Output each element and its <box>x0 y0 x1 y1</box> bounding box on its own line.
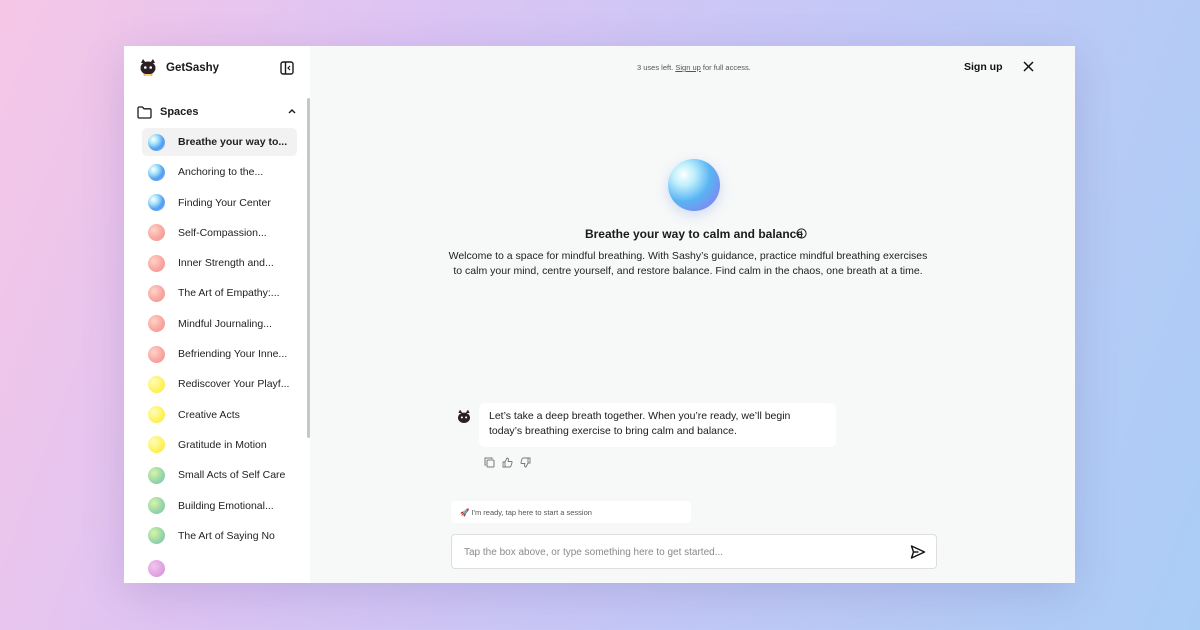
folder-icon <box>137 105 152 119</box>
message-input[interactable] <box>462 543 896 562</box>
space-orb-icon <box>148 436 165 454</box>
space-orb-icon <box>148 315 165 333</box>
sidebar-item-label: Creative Acts <box>178 408 240 421</box>
sidebar-item-space[interactable]: Mindful Journaling... <box>142 310 297 338</box>
space-orb-icon <box>148 497 165 515</box>
sidebar-scrollbar[interactable] <box>307 98 310 438</box>
close-icon[interactable] <box>1022 60 1035 73</box>
sidebar-item-label: The Art of Empathy:... <box>178 287 280 300</box>
sidebar-item-label: Finding Your Center <box>178 196 271 209</box>
sidebar-item-space[interactable]: Building Emotional... <box>142 492 297 520</box>
spaces-section-header[interactable]: Spaces <box>137 104 297 120</box>
sidebar-item-label: Mindful Journaling... <box>178 317 272 330</box>
sidebar-item-label: Breathe your way to... <box>178 136 288 148</box>
notice-signup-link[interactable]: Sign up <box>675 63 700 72</box>
space-orb-icon <box>148 466 165 484</box>
thumbs-up-icon[interactable] <box>502 457 513 468</box>
chevron-up-icon[interactable] <box>287 106 297 116</box>
bot-message: Let’s take a deep breath together. When … <box>479 403 836 447</box>
sign-up-button[interactable]: Sign up <box>964 61 1003 73</box>
usage-notice: 3 uses left. Sign up for full access. <box>637 63 751 72</box>
send-icon[interactable] <box>910 544 926 560</box>
message-composer <box>451 534 937 569</box>
sidebar-item-space[interactable]: Small Acts of Self Care <box>142 461 297 489</box>
bot-avatar-icon <box>458 409 470 423</box>
sidebar-item-space[interactable]: Befriending Your Inne... <box>142 340 297 368</box>
sidebar-item-space[interactable]: Creative Acts <box>142 401 297 429</box>
sidebar: GetSashy Spaces Breathe your way to... An… <box>124 46 310 583</box>
sidebar-item-label: Anchoring to the... <box>178 166 264 179</box>
sidebar-item-label: Gratitude in Motion <box>178 438 267 451</box>
space-orb-icon <box>148 375 165 393</box>
usage-count: 3 uses left. <box>637 63 674 72</box>
sidebar-item-space[interactable]: Breathe your way to... <box>142 128 297 156</box>
space-orb-icon <box>148 254 165 272</box>
sidebar-item-label: The Art of Saying No <box>178 529 275 542</box>
space-orb-icon <box>148 194 165 212</box>
app-window: GetSashy Spaces Breathe your way to... An… <box>124 46 1075 583</box>
brand-name: GetSashy <box>166 62 220 74</box>
brand[interactable]: GetSashy <box>138 58 219 78</box>
space-orb-icon <box>148 284 165 302</box>
space-orb-hero <box>668 159 720 211</box>
space-orb-icon <box>148 406 165 424</box>
sidebar-item-label: Inner Strength and... <box>178 257 274 270</box>
sidebar-item-space[interactable]: The Art of Saying No <box>142 522 297 550</box>
sidebar-item-space[interactable]: The Art of Empathy:... <box>142 279 297 307</box>
spaces-label: Spaces <box>160 106 199 118</box>
sidebar-item-space[interactable]: Finding Your Center <box>142 189 297 217</box>
space-title: Breathe your way to calm and balance <box>584 227 804 241</box>
message-actions <box>484 457 531 468</box>
sidebar-item-label: Building Emotional... <box>178 499 274 512</box>
sidebar-item-space[interactable]: Self-Compassion... <box>142 219 297 247</box>
sidebar-item-space[interactable]: Rediscover Your Playf... <box>142 370 297 398</box>
sidebar-item-label: Self-Compassion... <box>178 226 267 239</box>
space-orb-icon <box>148 345 165 363</box>
sidebar-item-label: Small Acts of Self Care <box>178 469 286 482</box>
sidebar-item-space[interactable]: Inner Strength and... <box>142 249 297 277</box>
sidebar-item-space[interactable]: Anchoring to the... <box>142 158 297 186</box>
space-orb-icon <box>148 560 165 577</box>
space-orb-icon <box>148 527 165 545</box>
start-session-suggestion[interactable]: 🚀 I'm ready, tap here to start a session <box>451 501 691 523</box>
space-orb-icon <box>148 163 165 181</box>
sidebar-item-space[interactable]: Gratitude in Motion <box>142 431 297 459</box>
space-list: Breathe your way to... Anchoring to the..… <box>142 128 297 552</box>
thumbs-down-icon[interactable] <box>520 457 531 468</box>
info-icon[interactable] <box>796 228 807 239</box>
usage-suffix: for full access. <box>702 63 751 72</box>
space-orb-icon <box>148 224 165 242</box>
sidebar-item-label: Befriending Your Inne... <box>178 348 288 361</box>
space-description: Welcome to a space for mindful breathing… <box>448 250 928 278</box>
sidebar-toggle-icon[interactable] <box>280 61 294 75</box>
sidebar-item-label: Rediscover Your Playf... <box>178 378 290 391</box>
space-orb-icon <box>148 133 165 151</box>
cat-logo-icon <box>140 59 156 76</box>
copy-icon[interactable] <box>484 457 495 468</box>
